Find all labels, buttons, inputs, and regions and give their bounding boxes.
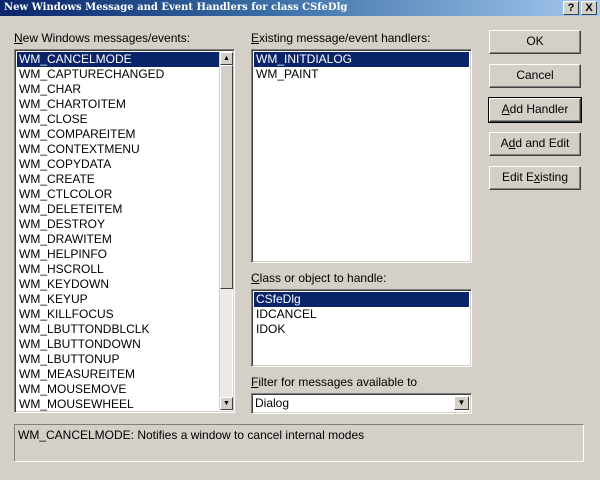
message-list-item[interactable]: WM_DRAWITEM [17,232,232,247]
add-and-edit-button[interactable]: Add and Edit [489,132,581,156]
message-list-item[interactable]: WM_CAPTURECHANGED [17,67,232,82]
handlers-listbox[interactable]: WM_INITDIALOG WM_PAINT [251,49,472,263]
handler-list-item[interactable]: WM_INITDIALOG [254,52,469,67]
filter-label: Filter for messages available to [251,375,418,389]
filter-dropdown[interactable]: Dialog ▼ [251,393,472,414]
message-list-item[interactable]: WM_KILLFOCUS [17,307,232,322]
message-list-item[interactable]: WM_HELPINFO [17,247,232,262]
edit-existing-button[interactable]: Edit Existing [489,166,581,190]
message-list-item[interactable]: WM_CANCELMODE [17,52,232,67]
message-list-item[interactable]: WM_KEYUP [17,292,232,307]
message-list-item[interactable]: WM_CHAR [17,82,232,97]
handlers-label: Existing message/event handlers: [251,31,431,45]
messages-scrollbar[interactable]: ▲ ▼ [219,52,233,410]
description-box: WM_CANCELMODE: Notifies a window to canc… [14,424,584,462]
window-title: New Windows Message and Event Handlers f… [4,2,348,13]
message-list-item[interactable]: WM_KEYDOWN [17,277,232,292]
class-list-item[interactable]: IDOK [254,322,469,337]
scroll-up-icon[interactable]: ▲ [220,52,233,65]
message-list-item[interactable]: WM_DELETEITEM [17,202,232,217]
messages-label: New Windows messages/events: [14,31,191,45]
close-button[interactable]: X [581,1,597,15]
class-label: Class or object to handle: [251,271,387,285]
add-handler-button[interactable]: Add Handler [488,97,582,123]
message-list-item[interactable]: WM_HSCROLL [17,262,232,277]
message-list-item[interactable]: WM_CREATE [17,172,232,187]
message-list-item[interactable]: WM_CTLCOLOR [17,187,232,202]
help-button[interactable]: ? [563,1,579,15]
message-list-item[interactable]: WM_MEASUREITEM [17,367,232,382]
message-list-item[interactable]: WM_CLOSE [17,112,232,127]
message-list-item[interactable]: WM_COMPAREITEM [17,127,232,142]
class-list-item[interactable]: CSfeDlg [254,292,469,307]
chevron-down-icon[interactable]: ▼ [454,396,469,410]
description-text: WM_CANCELMODE: Notifies a window to canc… [18,428,365,442]
message-list-item[interactable]: WM_LBUTTONUP [17,352,232,367]
message-list-item[interactable]: WM_DESTROY [17,217,232,232]
messages-listbox[interactable]: WM_CANCELMODE WM_CAPTURECHANGED WM_CHAR WM_… [14,49,235,413]
message-list-item[interactable]: WM_LBUTTONDBLCLK [17,322,232,337]
message-list-item[interactable]: WM_COPYDATA [17,157,232,172]
scroll-down-icon[interactable]: ▼ [220,397,233,410]
message-list-item[interactable]: WM_MOUSEMOVE [17,382,232,397]
title-bar[interactable]: New Windows Message and Event Handlers f… [0,0,600,16]
scroll-thumb[interactable] [220,65,233,289]
filter-value: Dialog [255,396,290,410]
class-listbox[interactable]: CSfeDlg IDCANCEL IDOK [251,289,472,367]
message-list-item[interactable]: WM_MOUSEWHEEL [17,397,232,412]
message-list-item[interactable]: WM_CONTEXTMENU [17,142,232,157]
message-list-item[interactable]: WM_CHARTOITEM [17,97,232,112]
handler-list-item[interactable]: WM_PAINT [254,67,469,82]
cancel-button[interactable]: Cancel [489,64,581,88]
message-list-item[interactable]: WM_LBUTTONDOWN [17,337,232,352]
class-list-item[interactable]: IDCANCEL [254,307,469,322]
ok-button[interactable]: OK [489,30,581,54]
